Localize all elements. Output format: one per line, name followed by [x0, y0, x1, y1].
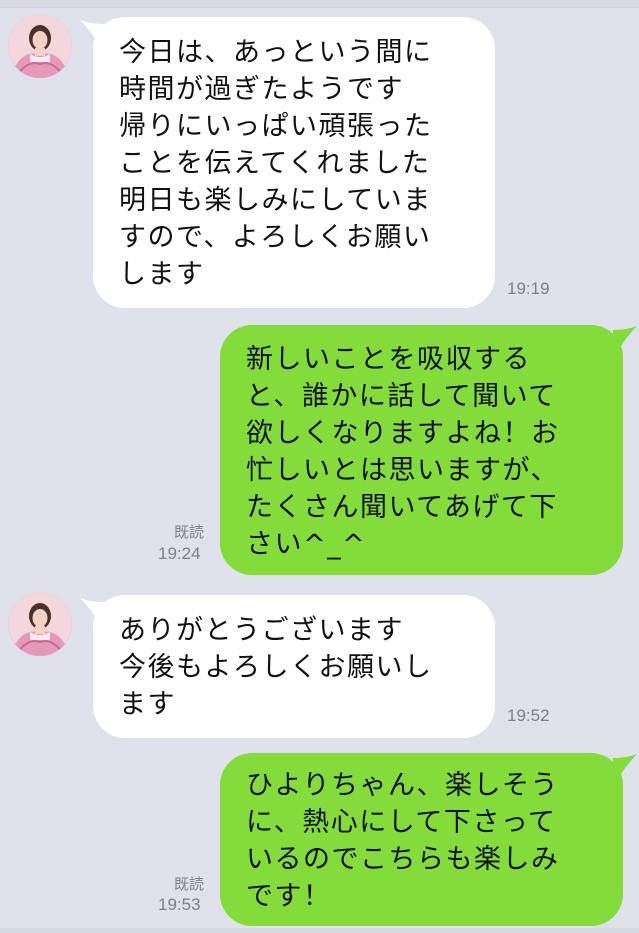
message-line: たくさん聞いてあげて下	[246, 492, 558, 523]
message-line: ひよりちゃん、楽しそう	[246, 770, 559, 801]
message-line: 今後もよろしくお願いし	[119, 652, 433, 683]
message-timestamp: 19:52	[507, 706, 550, 725]
read-receipt: 既読	[174, 875, 205, 893]
avatar-photo-icon	[8, 14, 72, 78]
contact-avatar[interactable]	[8, 14, 72, 78]
message-bubble-incoming[interactable]: ありがとうございます 今後もよろしくお願いし ます	[93, 595, 495, 738]
read-receipt: 既読	[174, 523, 205, 541]
message-line: ことを伝えてくれました	[119, 148, 431, 179]
bubble-tail-icon	[613, 326, 637, 346]
message-line: に、熱心にして下さって	[246, 807, 557, 838]
message-line: 今日は、あっという間に	[119, 37, 433, 68]
top-divider	[0, 0, 639, 8]
message-bubble-incoming[interactable]: 今日は、あっという間に 時間が過ぎたようです 帰りにいっぱい頑張った ことを伝え…	[93, 17, 495, 308]
message-line: 忙しいとは思いますが、	[246, 455, 559, 486]
message-line: いるのでこちらも楽しみ	[246, 844, 560, 875]
message-line: と、誰かに話して聞いて	[246, 381, 557, 412]
message-line: です！	[246, 881, 332, 912]
message-line: さい^_^	[246, 529, 367, 560]
bubble-tail-icon	[613, 754, 637, 774]
message-line: 欲しくなりますよね！お	[246, 418, 560, 449]
message-timestamp: 19:24	[158, 544, 201, 563]
message-line: 時間が過ぎたようです	[119, 74, 404, 105]
bottom-divider	[0, 928, 639, 933]
message-timestamp: 19:53	[158, 895, 201, 914]
message-line: すので、よろしくお願い	[119, 222, 432, 253]
message-line: 帰りにいっぱい頑張った	[119, 111, 433, 142]
message-line: 明日も楽しみにしていま	[119, 185, 432, 216]
avatar-photo-icon	[8, 592, 72, 656]
message-line: ます	[119, 689, 176, 720]
message-timestamp: 19:19	[507, 279, 550, 298]
message-bubble-outgoing[interactable]: ひよりちゃん、楽しそう に、熱心にして下さって いるのでこちらも楽しみ です！	[220, 753, 623, 926]
contact-avatar[interactable]	[8, 592, 72, 656]
message-line: します	[119, 259, 205, 290]
message-bubble-outgoing[interactable]: 新しいことを吸収する と、誰かに話して聞いて 欲しくなりますよね！お 忙しいとは…	[220, 325, 623, 575]
message-line: 新しいことを吸収する	[246, 344, 531, 375]
message-line: ありがとうございます	[119, 615, 404, 646]
